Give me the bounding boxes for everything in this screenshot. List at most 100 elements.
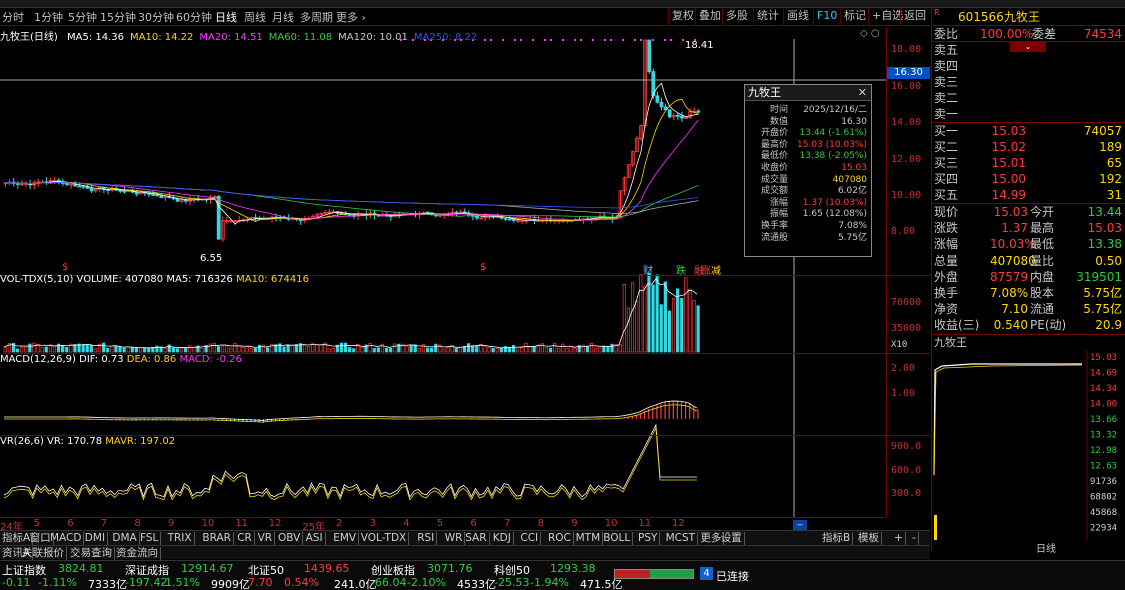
indicator-tab[interactable]: 设置: [719, 532, 745, 545]
stat-label: 外盘: [934, 269, 959, 284]
tooltip-key: 流通股: [760, 232, 788, 243]
r-marker-icon: R: [934, 8, 940, 17]
stock-name: 九牧王: [1004, 10, 1041, 24]
period-fenshi[interactable]: 分时: [2, 9, 24, 25]
draw-line-button[interactable]: 画线: [783, 8, 812, 25]
event-mark-icon[interactable]: $: [62, 262, 68, 273]
period-30min[interactable]: 30分钟: [138, 9, 174, 25]
indicator-tab[interactable]: EMV: [331, 532, 360, 545]
stat-label: 今开: [1030, 205, 1055, 219]
back-button[interactable]: 返回: [900, 8, 929, 25]
volume-unit: X10: [891, 340, 908, 350]
buy-price: 15.00: [991, 172, 1026, 186]
indicator-tab[interactable]: DMI: [83, 532, 109, 545]
y-tick: 10.00: [891, 190, 922, 201]
connection-status[interactable]: 已连接: [716, 568, 749, 584]
date-tick: 11: [638, 518, 652, 529]
indicator-b-tab[interactable]: 指标B: [820, 532, 854, 545]
stat-row: 换手 7.08% 股本 5.75亿: [932, 285, 1125, 301]
zoom-out-button[interactable]: -: [910, 532, 919, 545]
buy-level-label: 买二: [934, 140, 959, 154]
event-mark-icon[interactable]: $: [480, 262, 486, 273]
weibi-value: 100.00%: [980, 27, 1034, 41]
period-5min[interactable]: 5分钟: [68, 9, 97, 25]
chart-options-icon[interactable]: ◇ ○: [860, 28, 880, 39]
stat-row: 涨幅 10.03% 最低 13.38: [932, 236, 1125, 252]
y-tick: 18.00: [891, 44, 922, 55]
tooltip-key: 成交量: [760, 174, 788, 185]
indicator-tab[interactable]: PSY: [636, 532, 661, 545]
intraday-chart[interactable]: 15.03 14.69 14.34 14.00 13.66 13.32 12.98 12.63…: [932, 349, 1125, 540]
index-amount: 7333亿: [88, 578, 127, 590]
indicator-tab[interactable]: BRAR: [200, 532, 234, 545]
intraday-tick: 12.63: [1090, 461, 1117, 471]
indicator-tab[interactable]: DMA: [110, 532, 140, 545]
date-tick: 6: [470, 518, 477, 529]
period-more[interactable]: 更多 ›: [336, 9, 366, 25]
stats-button[interactable]: 统计: [753, 8, 782, 25]
date-tick: 12: [672, 518, 685, 529]
mavr-value: MAVR: 197.02: [105, 436, 176, 447]
indicator-tab[interactable]: SAR: [463, 532, 490, 545]
sell-level-label: 卖五: [934, 43, 959, 57]
period-weekly[interactable]: 周线: [244, 9, 266, 25]
low-price-label: 6.55: [200, 253, 223, 264]
period-1min[interactable]: 1分钟: [34, 9, 63, 25]
indicator-tab[interactable]: RSI: [415, 532, 438, 545]
indicator-tab[interactable]: VR: [256, 532, 276, 545]
indicator-tab[interactable]: MACD: [48, 532, 85, 545]
multi-stock-button[interactable]: 多股: [722, 8, 751, 25]
period-multi[interactable]: 多周期: [300, 9, 333, 25]
tab-related-quotes[interactable]: 关联报价: [20, 547, 67, 560]
buy-volume: 192: [1099, 172, 1122, 186]
date-tick: 5: [436, 518, 444, 529]
indicator-tab[interactable]: MCST: [664, 532, 699, 545]
stat-value: 15.03: [1087, 221, 1122, 236]
indicator-tab[interactable]: OBV: [276, 532, 304, 545]
intraday-tick: 45868: [1090, 508, 1117, 518]
indicator-tab[interactable]: CR: [235, 532, 255, 545]
indicator-tab[interactable]: ASI: [304, 532, 326, 545]
weicha-label: 委差: [1032, 27, 1057, 41]
indicator-tab[interactable]: BOLL: [601, 532, 634, 545]
tooltip-key: 换手率: [760, 220, 788, 231]
stat-value: 407080: [990, 253, 1036, 268]
close-icon[interactable]: ✕: [858, 85, 867, 101]
period-daily[interactable]: 日线: [215, 9, 237, 25]
indicator-tab[interactable]: ROC: [546, 532, 574, 545]
tab-capital-flow[interactable]: 资金流向: [114, 547, 161, 560]
period-60min[interactable]: 60分钟: [176, 9, 212, 25]
indicator-tab[interactable]: CCI: [518, 532, 542, 545]
period-15min[interactable]: 15分钟: [100, 9, 136, 25]
chart-switch-button[interactable]: 日线: [1036, 540, 1056, 555]
sell-level: 卖三: [932, 74, 1125, 90]
buy-level: 买一 15.03 74057: [932, 123, 1125, 139]
indicator-tab[interactable]: WR: [443, 532, 466, 545]
date-tick: 3: [369, 518, 376, 529]
period-monthly[interactable]: 月线: [272, 9, 294, 25]
tab-trade-query[interactable]: 交易查询: [68, 547, 115, 560]
indicator-tab[interactable]: TRIX: [166, 532, 195, 545]
indicator-tab[interactable]: KDJ: [491, 532, 514, 545]
stat-label: 收益(三): [934, 318, 980, 333]
stat-label: 量比: [1030, 253, 1055, 268]
tooltip-value: 15.03: [841, 162, 867, 173]
volume-value: VOLUME: 407080: [76, 274, 164, 285]
overlay-button[interactable]: 叠加: [695, 8, 724, 25]
stat-value: 7.08%: [990, 285, 1029, 300]
mark-button[interactable]: 标记: [840, 8, 869, 25]
intraday-title-row: 九牧王: [932, 333, 1125, 350]
zoom-in-button[interactable]: +: [892, 532, 906, 545]
template-tab[interactable]: 模板: [856, 532, 882, 545]
tooltip-value: 16.30: [841, 116, 867, 127]
indicator-tab[interactable]: MTM: [574, 532, 604, 545]
restore-right-button[interactable]: 复权: [668, 8, 697, 25]
f10-button[interactable]: F10: [813, 8, 840, 25]
indicator-tab[interactable]: VOL-TDX: [359, 532, 410, 545]
indicator-tab[interactable]: FSL: [138, 532, 162, 545]
buy-level: 买三 15.01 65: [932, 155, 1125, 171]
index-amount: 9909亿: [211, 578, 250, 590]
index-change: -25.53: [494, 576, 530, 589]
tooltip-value: 407080: [832, 174, 867, 185]
buy-level-label: 买五: [934, 188, 959, 202]
